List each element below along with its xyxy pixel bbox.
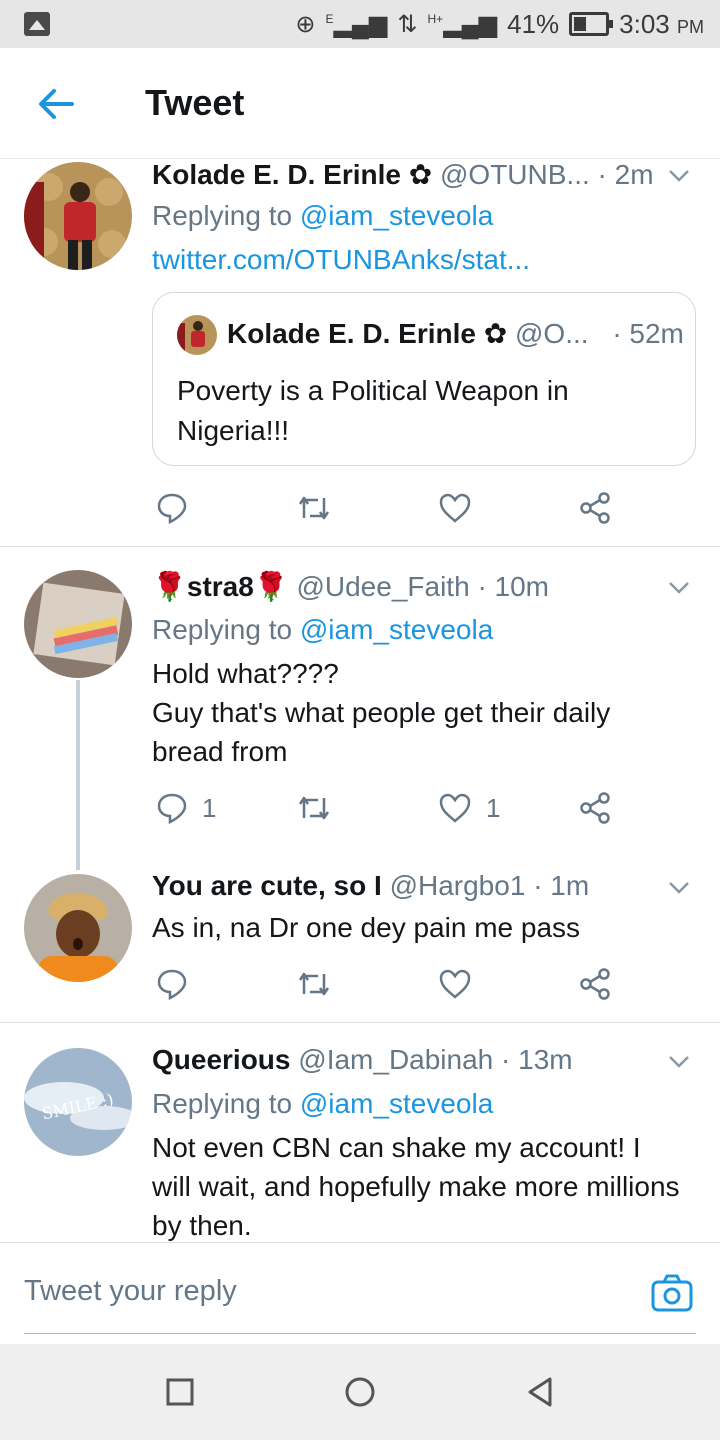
like-button[interactable]	[438, 964, 472, 1004]
quoted-timestamp: · 52m	[612, 318, 684, 349]
recent-apps-icon[interactable]	[162, 1374, 198, 1410]
quoted-avatar	[177, 315, 217, 355]
timestamp: · 10m	[477, 571, 550, 602]
tweet-item[interactable]: Kolade E. D. Erinle ✿ @OTUNB... · 2m Rep…	[0, 158, 720, 546]
retweet-icon	[298, 796, 330, 820]
avatar[interactable]: SMILE :)	[24, 1048, 132, 1156]
data-saver-icon: ⊕	[295, 10, 316, 38]
chevron-down-icon[interactable]	[668, 576, 690, 598]
handle: @OTUNB...	[439, 159, 590, 190]
tweet-text: As in, na Dr one dey pain me pass	[152, 912, 581, 943]
share-icon	[580, 492, 610, 524]
tweet-item[interactable]: 🌹stra8🌹 @Udee_Faith · 10m Replying to @i…	[0, 570, 720, 860]
system-nav-bar	[0, 1344, 720, 1440]
data-transfer-icon: ⇅	[397, 10, 418, 38]
avatar[interactable]	[24, 874, 132, 982]
verified-icon: ✿	[483, 318, 508, 349]
avatar[interactable]	[24, 570, 132, 678]
replying-to: Replying to @iam_steveola	[152, 614, 494, 645]
display-name[interactable]: Queerious	[152, 1044, 290, 1075]
tweet-item[interactable]: SMILE :) Queerious @Iam_Dabinah · 13m Re…	[0, 1044, 720, 1242]
tweet-actions	[152, 964, 622, 1004]
tweet-header: Queerious @Iam_Dabinah · 13m	[152, 1044, 660, 1076]
retweet-icon	[298, 972, 330, 996]
quoted-handle: @O...	[514, 318, 589, 349]
reply-composer: Tweet your reply	[0, 1242, 720, 1345]
reply-button[interactable]	[156, 488, 188, 528]
home-icon[interactable]	[342, 1374, 378, 1410]
gallery-notification-icon	[24, 12, 50, 36]
retweet-icon	[298, 496, 330, 520]
chevron-down-icon[interactable]	[668, 1050, 690, 1072]
tweet-header: Kolade E. D. Erinle ✿ @OTUNB... · 2m	[152, 158, 660, 191]
heart-icon	[439, 969, 471, 999]
battery-icon	[569, 12, 614, 36]
share-button[interactable]	[578, 788, 612, 828]
signal-2-icon: H+▂▄▆	[427, 10, 498, 38]
page-title: Tweet	[145, 82, 245, 123]
timestamp: · 1m	[533, 870, 590, 901]
like-count: 1	[486, 792, 501, 823]
tweet-actions	[152, 488, 622, 528]
tweet-text: Hold what???? Guy that's what people get…	[152, 658, 611, 767]
divider	[0, 546, 720, 547]
reply-button[interactable]	[156, 964, 188, 1004]
avatar[interactable]	[24, 162, 132, 270]
heart-icon	[439, 793, 471, 823]
reply-underline	[24, 1333, 696, 1334]
tweet-header: You are cute, so I @Hargbo1 · 1m	[152, 870, 660, 902]
display-name[interactable]: You are cute, so I	[152, 870, 382, 901]
replying-to-link[interactable]: @iam_steveola	[300, 200, 493, 231]
comment-icon	[157, 969, 187, 1000]
reply-input[interactable]: Tweet your reply	[24, 1275, 237, 1308]
tweet-header: 🌹stra8🌹 @Udee_Faith · 10m	[152, 570, 660, 603]
back-nav-icon[interactable]	[522, 1374, 558, 1410]
comment-icon	[157, 493, 187, 524]
reply-count: 1	[202, 792, 217, 823]
handle: @Iam_Dabinah	[298, 1044, 494, 1075]
timestamp: · 2m	[597, 159, 654, 190]
signal-1-icon: E▂▄▆	[325, 10, 388, 38]
replying-to-link[interactable]: @iam_steveola	[300, 614, 493, 645]
replying-to-link[interactable]: @iam_steveola	[300, 1088, 493, 1119]
share-button[interactable]	[578, 488, 612, 528]
status-icons: ⊕ E▂▄▆ ⇅ H+▂▄▆ 41% 3:03 PM	[295, 8, 704, 40]
retweet-button[interactable]	[296, 488, 332, 528]
handle: @Hargbo1	[389, 870, 526, 901]
like-button[interactable]: 1	[438, 788, 500, 828]
comment-icon	[157, 793, 187, 824]
app-header: Tweet	[0, 48, 720, 159]
retweet-button[interactable]	[296, 788, 332, 828]
clock: 3:03 PM	[619, 8, 704, 39]
timestamp: · 13m	[501, 1044, 573, 1075]
quoted-header: Kolade E. D. Erinle ✿ @O... · 52m	[227, 317, 684, 350]
share-icon	[580, 792, 610, 824]
status-bar: ⊕ E▂▄▆ ⇅ H+▂▄▆ 41% 3:03 PM	[0, 0, 720, 48]
tweet-actions: 1 1	[152, 788, 622, 828]
chevron-down-icon[interactable]	[668, 164, 690, 186]
reply-button[interactable]: 1	[156, 788, 216, 828]
like-button[interactable]	[438, 488, 472, 528]
battery-percent: 41%	[507, 8, 560, 39]
display-name[interactable]: 🌹stra8🌹	[152, 571, 289, 602]
tweet-item[interactable]: You are cute, so I @Hargbo1 · 1m As in, …	[0, 870, 720, 1020]
quoted-text: Poverty is a Political Weapon in Nigeria…	[177, 375, 569, 446]
divider	[0, 1022, 720, 1023]
retweet-button[interactable]	[296, 964, 332, 1004]
share-icon	[580, 968, 610, 1000]
quoted-name: Kolade E. D. Erinle	[227, 318, 476, 349]
arrow-left-icon[interactable]	[36, 84, 76, 124]
chevron-down-icon[interactable]	[668, 876, 690, 898]
heart-icon	[439, 493, 471, 523]
replying-to: Replying to @iam_steveola	[152, 200, 494, 231]
display-name[interactable]: Kolade E. D. Erinle	[152, 159, 401, 190]
camera-icon[interactable]	[650, 1273, 694, 1313]
share-button[interactable]	[578, 964, 612, 1004]
quoted-tweet[interactable]: Kolade E. D. Erinle ✿ @O... · 52m Povert…	[152, 292, 696, 466]
replying-to: Replying to @iam_steveola	[152, 1088, 494, 1119]
tweet-text: Not even CBN can shake my account! I wil…	[152, 1132, 680, 1241]
handle: @Udee_Faith	[296, 571, 470, 602]
tweet-link[interactable]: twitter.com/OTUNBAnks/stat...	[152, 240, 680, 279]
verified-icon: ✿	[408, 159, 433, 190]
